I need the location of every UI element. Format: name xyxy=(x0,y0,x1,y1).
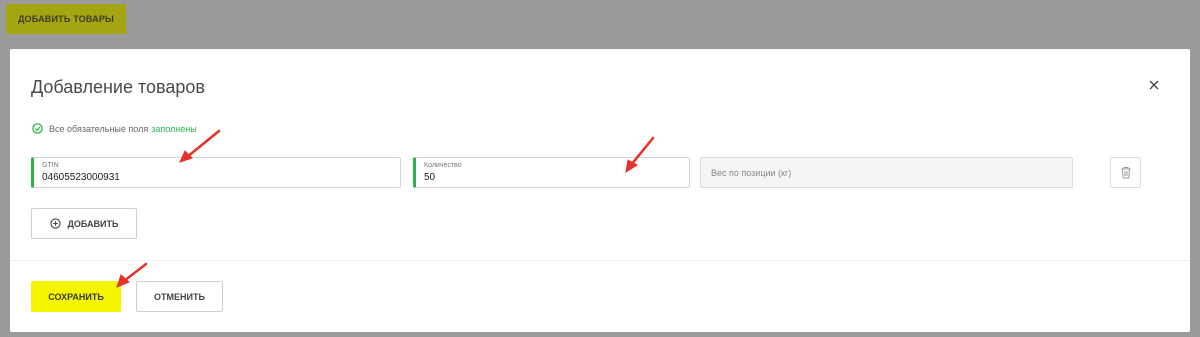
plus-circle-icon xyxy=(49,218,61,229)
check-circle-icon xyxy=(32,123,43,134)
add-row-button[interactable]: ДОБАВИТЬ xyxy=(31,208,137,239)
trash-icon xyxy=(1120,167,1131,179)
footer-divider xyxy=(10,260,1190,261)
add-row-label: ДОБАВИТЬ xyxy=(67,218,119,229)
cancel-button[interactable]: ОТМЕНИТЬ xyxy=(136,281,223,312)
weight-field[interactable]: Вес по позиции (кг) xyxy=(700,157,1073,188)
gtin-field[interactable]: GTIN 04605523000931 xyxy=(31,157,401,188)
quantity-label: Количество xyxy=(424,162,462,169)
validation-status: Все обязательные поля заполнены xyxy=(32,123,197,134)
delete-row-button[interactable] xyxy=(1110,157,1141,188)
quantity-field[interactable]: Количество 50 xyxy=(413,157,690,188)
gtin-label: GTIN xyxy=(42,162,59,169)
add-goods-modal: Добавление товаров Все обязательные поля… xyxy=(10,49,1190,332)
status-text: Все обязательные поля xyxy=(49,123,149,134)
modal-title: Добавление товаров xyxy=(31,77,205,97)
gtin-value: 04605523000931 xyxy=(42,172,120,183)
save-button[interactable]: СОХРАНИТЬ xyxy=(31,281,121,312)
close-button[interactable] xyxy=(1146,77,1162,93)
weight-placeholder: Вес по позиции (кг) xyxy=(711,168,792,178)
add-goods-button[interactable]: ДОБАВИТЬ ТОВАРЫ xyxy=(6,4,126,34)
status-highlight: заполнены xyxy=(151,123,197,134)
quantity-value: 50 xyxy=(424,172,436,183)
close-icon xyxy=(1149,80,1159,90)
